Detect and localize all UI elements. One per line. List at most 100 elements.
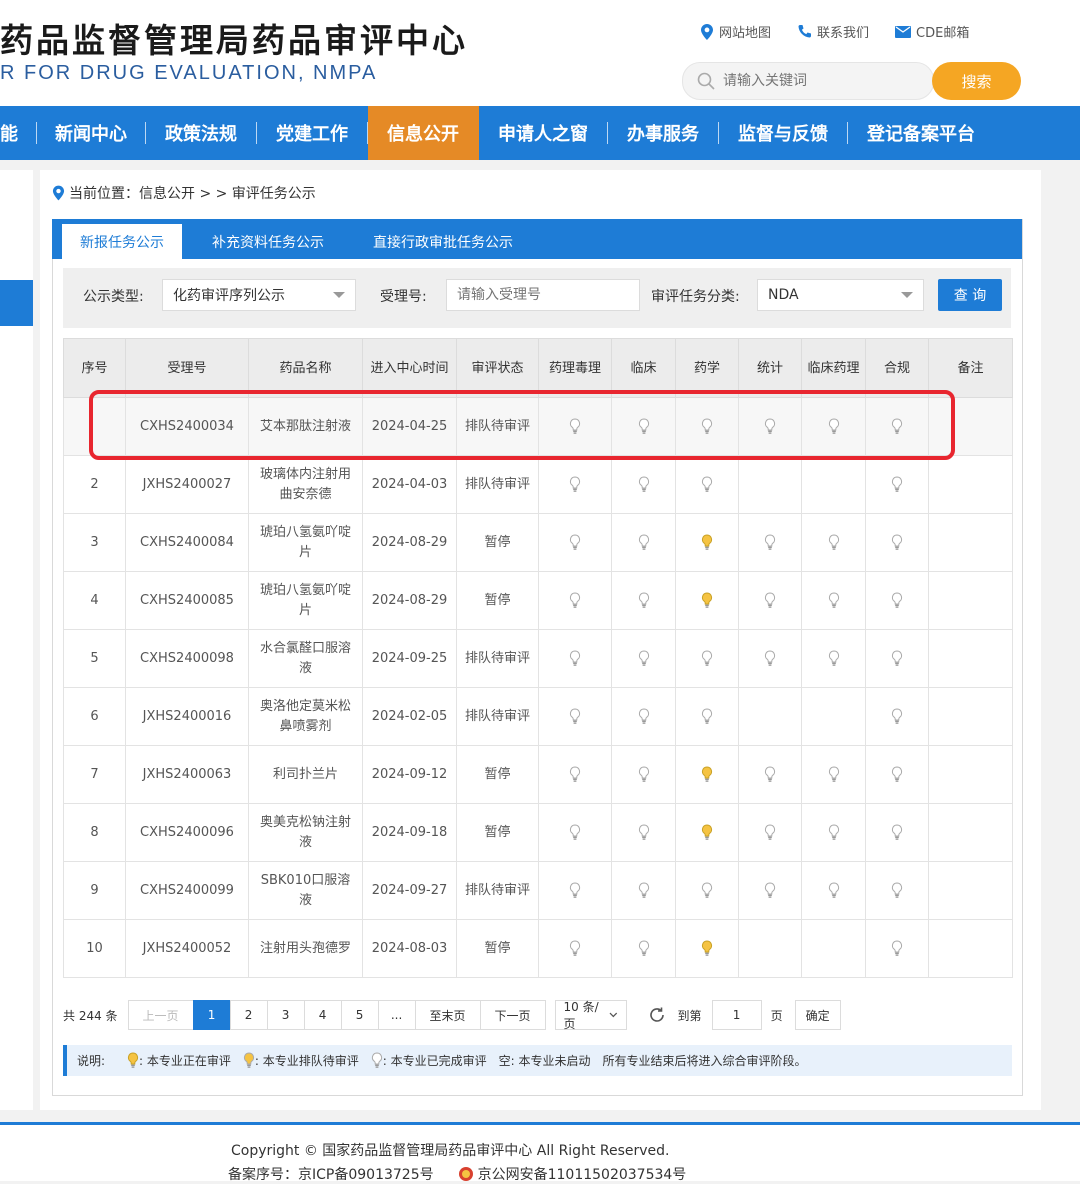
entry-date: 2024-02-05 xyxy=(362,687,457,746)
table-row: 10 JXHS2400052 注射用头孢德罗 2024-08-03 暂停 xyxy=(63,919,1013,978)
drug-name: SBK010口服溶液 xyxy=(248,861,363,920)
remark-cell xyxy=(928,745,1013,804)
chevron-down-icon xyxy=(333,292,345,298)
bulb-done-icon xyxy=(764,417,776,435)
row-number: 8 xyxy=(63,803,126,862)
bulb-active-icon xyxy=(701,939,713,957)
review-status: 排队待审评 xyxy=(456,687,539,746)
page-1-button[interactable]: 1 xyxy=(192,1000,231,1030)
clinical-cell xyxy=(611,919,676,978)
pharmacy-cell xyxy=(675,803,739,862)
site-header: 药品监督管理局药品审评中心 R FOR DRUG EVALUATION, NMP… xyxy=(0,0,1080,106)
review-status: 排队待审评 xyxy=(456,629,539,688)
type-select[interactable]: 化药审评序列公示 xyxy=(162,279,356,311)
table-row: CXHS2400034 艾本那肽注射液 2024-04-25 排队待审评 xyxy=(63,397,1013,456)
legend-done-text: : 本专业已完成审评 xyxy=(382,1054,487,1068)
tab-new-tasks[interactable]: 新报任务公示 xyxy=(62,224,182,259)
icp-info: 备案序号：京ICP备09013725号 京公网安备11011502037534号 xyxy=(228,1164,686,1184)
review-status: 暂停 xyxy=(456,571,539,630)
nav-item-info[interactable]: 信息公开 xyxy=(368,106,479,160)
last-page-button[interactable]: 至末页 xyxy=(414,1000,481,1030)
compliance-cell xyxy=(865,397,929,456)
prev-page-button[interactable]: 上一页 xyxy=(127,1000,194,1030)
police-number[interactable]: 京公网安备11011502037534号 xyxy=(478,1164,687,1184)
bulb-done-icon xyxy=(891,881,903,899)
bulb-done-icon xyxy=(891,591,903,609)
row-number: 7 xyxy=(63,745,126,804)
bulb-active-icon xyxy=(701,591,713,609)
tab-supplement-tasks[interactable]: 补充资料任务公示 xyxy=(192,224,344,259)
bulb-done-icon xyxy=(638,417,650,435)
table-row: 4 CXHS2400085 琥珀八氢氨吖啶片 2024-08-29 暂停 xyxy=(63,571,1013,630)
next-page-button[interactable]: 下一页 xyxy=(479,1000,546,1030)
search-button[interactable]: 搜索 xyxy=(932,62,1021,100)
page-2-button[interactable]: 2 xyxy=(229,1000,268,1030)
row-number: 6 xyxy=(63,687,126,746)
page-size-select[interactable]: 10 条/页 xyxy=(554,1000,627,1031)
bulb-done-icon xyxy=(638,939,650,957)
nav-item-registration[interactable]: 登记备案平台 xyxy=(848,106,994,160)
nav-item-partial[interactable]: 能 xyxy=(0,106,36,160)
email-link[interactable]: CDE邮箱 xyxy=(895,22,969,41)
statistics-cell xyxy=(738,571,802,630)
bulb-done-icon xyxy=(638,707,650,725)
refresh-icon[interactable] xyxy=(648,1006,666,1024)
bulb-active-icon xyxy=(701,533,713,551)
nav-item-applicant[interactable]: 申请人之窗 xyxy=(479,106,607,160)
bulb-done-icon xyxy=(828,765,840,783)
nav-item-services[interactable]: 办事服务 xyxy=(608,106,718,160)
clinical-cell xyxy=(611,571,676,630)
remark-cell xyxy=(928,919,1013,978)
breadcrumb-path[interactable]: 信息公开 > > 审评任务公示 xyxy=(139,183,316,203)
clin-pharm-cell xyxy=(801,919,866,978)
clinical-cell xyxy=(611,745,676,804)
clinical-cell xyxy=(611,803,676,862)
entry-date: 2024-08-03 xyxy=(362,919,457,978)
accept-number-input[interactable] xyxy=(446,279,640,311)
main-nav: 能 新闻中心 政策法规 党建工作 信息公开 申请人之窗 办事服务 监督与反馈 登… xyxy=(0,106,1080,160)
drug-name: 奥美克松钠注射液 xyxy=(248,803,363,862)
review-status: 排队待审评 xyxy=(456,397,539,456)
phone-icon xyxy=(798,25,812,38)
bulb-done-icon xyxy=(828,881,840,899)
clinical-cell xyxy=(611,513,676,572)
page-4-button[interactable]: 4 xyxy=(303,1000,342,1030)
tab-admin-approval-tasks[interactable]: 直接行政审批任务公示 xyxy=(362,224,524,259)
bulb-done-icon xyxy=(569,765,581,783)
pharmacy-cell xyxy=(675,571,739,630)
nav-item-policy[interactable]: 政策法规 xyxy=(146,106,256,160)
search-input[interactable] xyxy=(721,72,905,90)
bulb-done-icon xyxy=(764,765,776,783)
bulb-done-icon xyxy=(701,417,713,435)
goto-page-input[interactable]: 1 xyxy=(711,1000,762,1030)
page-5-button[interactable]: 5 xyxy=(340,1000,379,1030)
clin-pharm-cell xyxy=(801,397,866,456)
row-number: 5 xyxy=(63,629,126,688)
type-label: 公示类型: xyxy=(83,289,144,305)
nav-item-party[interactable]: 党建工作 xyxy=(257,106,367,160)
nav-item-supervision[interactable]: 监督与反馈 xyxy=(719,106,847,160)
sidebar-active-item[interactable] xyxy=(0,280,33,326)
goto-confirm-button[interactable]: 确定 xyxy=(794,1000,841,1030)
page-3-button[interactable]: 3 xyxy=(266,1000,305,1030)
copyright-text: Copyright © 国家药品监督管理局药品审评中心 All Right Re… xyxy=(231,1143,670,1159)
icp-number[interactable]: 备案序号：京ICP备09013725号 xyxy=(228,1164,434,1184)
table-row: 9 CXHS2400099 SBK010口服溶液 2024-09-27 排队待审评 xyxy=(63,861,1013,920)
bulb-done-icon xyxy=(638,881,650,899)
query-button[interactable]: 查 询 xyxy=(938,279,1002,311)
bulb-done-icon xyxy=(891,475,903,493)
statistics-cell xyxy=(738,687,802,746)
review-status: 排队待审评 xyxy=(456,861,539,920)
table-row: 6 JXHS2400016 奥洛他定莫米松鼻喷雾剂 2024-02-05 排队待审评 xyxy=(63,687,1013,746)
bulb-done-icon xyxy=(701,649,713,667)
contact-link[interactable]: 联系我们 xyxy=(797,22,869,41)
col-header-statistics: 统计 xyxy=(738,338,802,398)
bulb-done-icon xyxy=(828,649,840,667)
sitemap-link[interactable]: 网站地图 xyxy=(700,22,771,41)
category-select[interactable]: NDA xyxy=(757,279,924,311)
drug-name: 水合氯醛口服溶液 xyxy=(248,629,363,688)
pharmacy-cell xyxy=(675,861,739,920)
statistics-cell xyxy=(738,919,802,978)
nav-item-news[interactable]: 新闻中心 xyxy=(37,106,145,160)
location-pin-icon xyxy=(52,185,65,201)
